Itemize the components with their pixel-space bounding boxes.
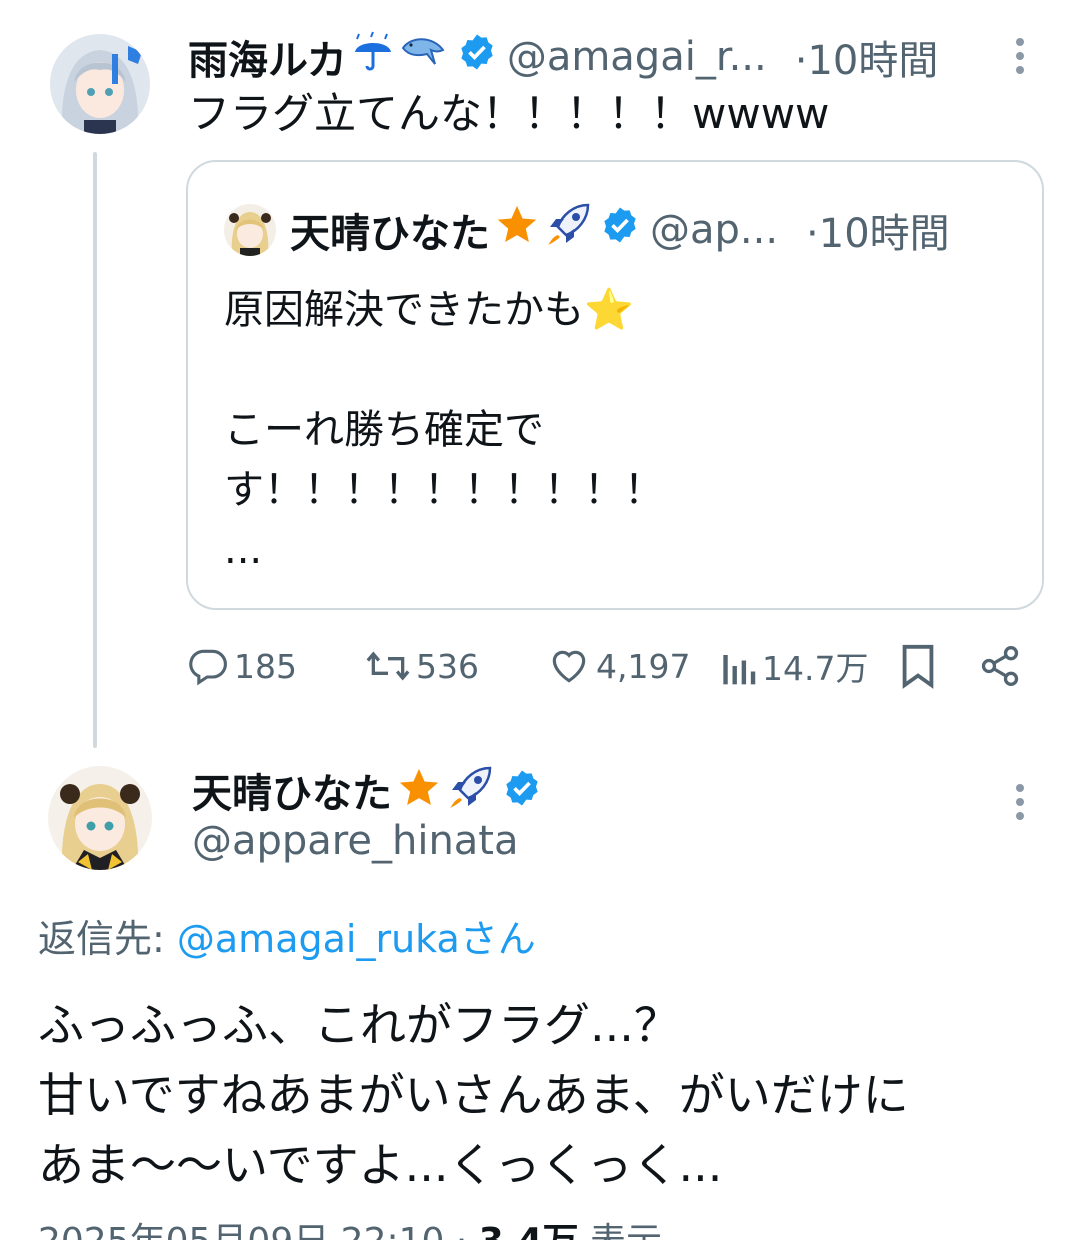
like-count: 4,197 <box>596 646 691 686</box>
share-button[interactable] <box>978 640 1026 692</box>
timestamp[interactable]: ·10時間 <box>795 28 939 86</box>
quoted-avatar <box>224 204 276 256</box>
verified-badge-icon <box>502 768 542 812</box>
handle[interactable]: @amagai_r... <box>507 34 767 80</box>
bookmark-icon <box>902 644 934 689</box>
dolphin-icon <box>399 30 449 84</box>
view-count: 3.4万 <box>479 1221 579 1240</box>
verified-badge-icon <box>457 32 497 82</box>
reply-context: 返信先: @amagai_rukaさん <box>38 908 536 963</box>
reply-prefix: 返信先: <box>38 917 177 961</box>
umbrella-rain-icon <box>351 30 395 84</box>
repost-button[interactable]: 536 <box>364 640 479 692</box>
more-options-icon[interactable] <box>1014 784 1026 820</box>
star-icon <box>494 202 540 258</box>
quoted-tweet-card[interactable]: 天晴ひなた @ap... ·10時間 原因解決できたかも⭐ こーれ勝ち確定で す… <box>186 160 1044 610</box>
quoted-display-name: 天晴ひなた <box>290 211 490 257</box>
tweet-meta: 2025年05月09日 22:10 · 3.4万 表示 <box>38 1212 662 1240</box>
tweet-text: フラグ立てんな！！！！！wwww <box>188 89 830 138</box>
reply-count: 185 <box>234 646 297 686</box>
reply-button[interactable]: 185 <box>186 640 297 692</box>
view-count: 14.7万 <box>762 649 869 688</box>
reply-target-link[interactable]: @amagai_rukaさん <box>177 917 536 961</box>
avatar[interactable] <box>48 766 152 870</box>
star-icon <box>396 765 442 815</box>
verified-badge-icon <box>600 205 640 255</box>
share-icon <box>981 646 1019 686</box>
tweet-header: 天晴ひなた <box>192 762 542 818</box>
views-button[interactable]: 14.7万 <box>718 640 868 692</box>
heart-icon <box>552 650 586 683</box>
quoted-tweet-header: 天晴ひなた @ap... ·10時間 <box>224 200 950 260</box>
tweet-action-bar: 185 536 4,197 14.7万 <box>186 640 1026 692</box>
handle[interactable]: @appare_hinata <box>192 818 519 864</box>
repost-icon <box>366 651 410 681</box>
thread-connector-line <box>93 152 97 748</box>
bookmark-button[interactable] <box>898 640 942 692</box>
quoted-handle: @ap... <box>650 207 779 253</box>
tweet-text: ふっふっふ、これがフラグ...？ 甘いですねあまがいさんあま、がいだけに あま〜… <box>38 998 909 1192</box>
avatar[interactable] <box>50 34 150 134</box>
rocket-icon <box>446 764 494 816</box>
tweet-header: 雨海ルカ @amagai_r... ·10時間 <box>188 30 938 84</box>
reply-icon <box>189 649 227 686</box>
analytics-icon <box>723 655 756 685</box>
repost-count: 536 <box>416 646 479 686</box>
quoted-timestamp: ·10時間 <box>806 211 950 257</box>
rocket-icon <box>544 201 592 259</box>
like-button[interactable]: 4,197 <box>546 640 690 692</box>
more-options-icon[interactable] <box>1014 38 1026 74</box>
display-name[interactable]: 雨海ルカ <box>188 28 347 86</box>
display-name[interactable]: 天晴ひなた <box>192 761 392 819</box>
views-label: 表示 <box>579 1221 662 1240</box>
quoted-tweet-text: 原因解決できたかも⭐ こーれ勝ち確定で す！！！！！！！！！！ ... <box>224 287 664 573</box>
timestamp[interactable]: 2025年05月09日 22:10 · <box>38 1221 479 1240</box>
